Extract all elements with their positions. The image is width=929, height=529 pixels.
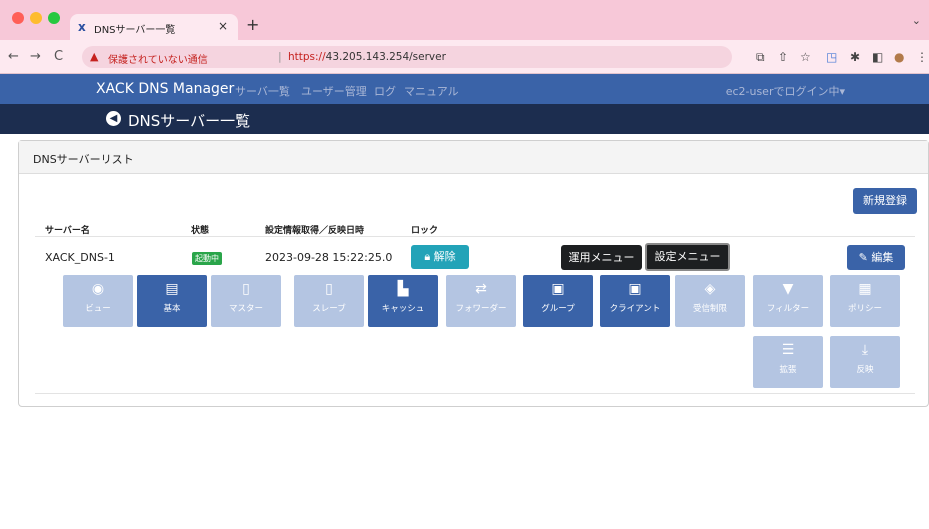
card-title: DNSサーバーリスト (33, 153, 134, 166)
brand-logo[interactable]: XACK DNS Manager (96, 81, 234, 97)
status-badge: 起動中 (192, 252, 222, 265)
tile-label: キャッシュ (381, 304, 425, 314)
copy-icon: ▯ (242, 281, 250, 297)
tile-extension[interactable]: ☰ 拡張 (753, 336, 823, 388)
edit-button-label: 編集 (871, 251, 894, 264)
nav-link-log[interactable]: ログ (374, 83, 396, 99)
column-header-datetime: 設定情報取得／反映日時 (265, 226, 365, 236)
tile-label: ビュー (85, 304, 111, 314)
page-header: ◀ DNSサーバー一覧 (0, 104, 929, 134)
tile-label: フォワーダー (455, 304, 507, 314)
tile-client[interactable]: ▣ クライアント (600, 275, 670, 327)
tile-label: ポリシー (847, 304, 882, 314)
minimize-window-button[interactable] (30, 12, 42, 24)
filter-icon: ▼ (782, 281, 794, 297)
document-icon: ▤ (165, 281, 179, 297)
card-header: DNSサーバーリスト (19, 141, 928, 174)
datetime-cell: 2023-09-28 15:22:25.0 (265, 251, 393, 264)
table-header-divider (35, 236, 915, 237)
tile-master[interactable]: ▯ マスター (211, 275, 281, 327)
monitor-icon: ▣ (551, 281, 565, 297)
unlock-button[interactable]: 🔒︎ 解除 (411, 245, 469, 269)
url-separator: | (278, 50, 282, 63)
nav-link-manual[interactable]: マニュアル (404, 83, 459, 99)
forward-arrow-icon[interactable]: → (30, 49, 41, 64)
tile-receive-limit[interactable]: ◈ 受信制限 (675, 275, 745, 327)
lock-icon: 🔒︎ (424, 250, 431, 263)
translate-icon[interactable]: ⧉ (756, 50, 765, 65)
operations-menu-button[interactable]: 運用メニュー (561, 245, 642, 270)
server-list-card: DNSサーバーリスト 新規登録 サーバー名 状態 設定情報取得／反映日時 ロック… (18, 140, 929, 407)
address-bar-row: ← → C ▲ 保護されていない通信 | https://43.205.143.… (0, 40, 929, 74)
browser-menu-icon[interactable]: ⋮ (916, 50, 928, 64)
row-divider (35, 393, 915, 394)
tile-label: 反映 (856, 365, 874, 375)
not-secure-label: 保護されていない通信 (108, 55, 208, 66)
back-arrow-icon[interactable]: ← (8, 49, 19, 64)
server-name-cell: XACK_DNS-1 (45, 251, 115, 264)
new-register-button[interactable]: 新規登録 (853, 188, 917, 214)
close-tab-icon[interactable]: × (218, 19, 228, 33)
unlock-button-label: 解除 (433, 250, 456, 263)
download-icon: ⤓ (861, 342, 869, 358)
tab-search-chevron-icon[interactable]: ⌄ (912, 14, 921, 27)
pencil-icon: ✎ (858, 251, 868, 264)
close-window-button[interactable] (12, 12, 24, 24)
list-icon: ☰ (781, 342, 795, 358)
browser-tab-strip: x DNSサーバー一覧 × + ⌄ (0, 0, 929, 40)
maximize-window-button[interactable] (48, 12, 60, 24)
tile-label: 基本 (163, 304, 181, 314)
tile-label: クライアント (609, 304, 661, 314)
user-dropdown[interactable]: ec2-userでログイン中▾ (726, 83, 845, 99)
eye-icon: ◉ (91, 281, 105, 297)
extensions-puzzle-icon[interactable]: ✱ (850, 50, 860, 64)
url-host-path: 43.205.143.254/server (325, 51, 446, 63)
tile-cache[interactable]: ▙ キャッシュ (368, 275, 438, 327)
tile-filter[interactable]: ▼ フィルター (753, 275, 823, 327)
tile-basic[interactable]: ▤ 基本 (137, 275, 207, 327)
bookmark-star-icon[interactable]: ☆ (800, 50, 811, 64)
tile-label: 拡張 (779, 365, 797, 375)
server-icon: ▙ (397, 281, 409, 297)
tile-slave[interactable]: ▯ スレーブ (294, 275, 364, 327)
tile-label: フィルター (766, 304, 810, 314)
browser-tab[interactable]: x DNSサーバー一覧 × (70, 14, 238, 40)
new-tab-button[interactable]: + (246, 15, 259, 34)
tile-label: スレーブ (312, 304, 346, 314)
policy-grid-icon: ▦ (858, 281, 872, 297)
url-input[interactable]: ▲ 保護されていない通信 | https://43.205.143.254/se… (82, 46, 732, 68)
exchange-arrows-icon: ⇄ (475, 281, 487, 297)
share-icon[interactable]: ⇧ (778, 50, 788, 64)
column-header-lock: ロック (411, 226, 439, 236)
url-scheme: https:// (288, 51, 326, 63)
shield-icon: ◈ (704, 281, 716, 297)
favicon-icon: x (78, 20, 86, 34)
tile-view[interactable]: ◉ ビュー (63, 275, 133, 327)
profile-avatar-icon[interactable]: ● (894, 50, 904, 64)
tile-label: マスター (228, 304, 263, 314)
desktop-icon: ▣ (628, 281, 642, 297)
tile-label: グループ (541, 304, 575, 314)
nav-link-user-management[interactable]: ユーザー管理 (301, 83, 367, 99)
column-header-status: 状態 (191, 226, 210, 236)
tab-title: DNSサーバー一覧 (94, 25, 176, 36)
copy-icon: ▯ (325, 281, 333, 297)
back-circle-icon[interactable]: ◀ (106, 111, 121, 126)
tile-label: 受信制限 (692, 304, 727, 314)
edit-button[interactable]: ✎ 編集 (847, 245, 905, 270)
reload-icon[interactable]: C (54, 49, 63, 64)
settings-menu-button[interactable]: 設定メニュー (645, 243, 730, 271)
side-panel-icon[interactable]: ◧ (872, 50, 883, 64)
tile-policy[interactable]: ▦ ポリシー (830, 275, 900, 327)
page-title: DNSサーバー一覧 (128, 112, 251, 130)
column-header-server-name: サーバー名 (45, 226, 90, 236)
extension-icon[interactable]: ◳ (826, 50, 837, 64)
nav-link-server-list[interactable]: サーバ一覧 (235, 83, 290, 99)
app-navbar: XACK DNS Manager サーバ一覧 ユーザー管理 ログ マニュアル e… (0, 74, 929, 104)
warning-icon[interactable]: ▲ (90, 50, 98, 63)
tile-apply[interactable]: ⤓ 反映 (830, 336, 900, 388)
tile-forwarder[interactable]: ⇄ フォワーダー (446, 275, 516, 327)
tile-group[interactable]: ▣ グループ (523, 275, 593, 327)
url-text: https://43.205.143.254/server (288, 51, 446, 63)
